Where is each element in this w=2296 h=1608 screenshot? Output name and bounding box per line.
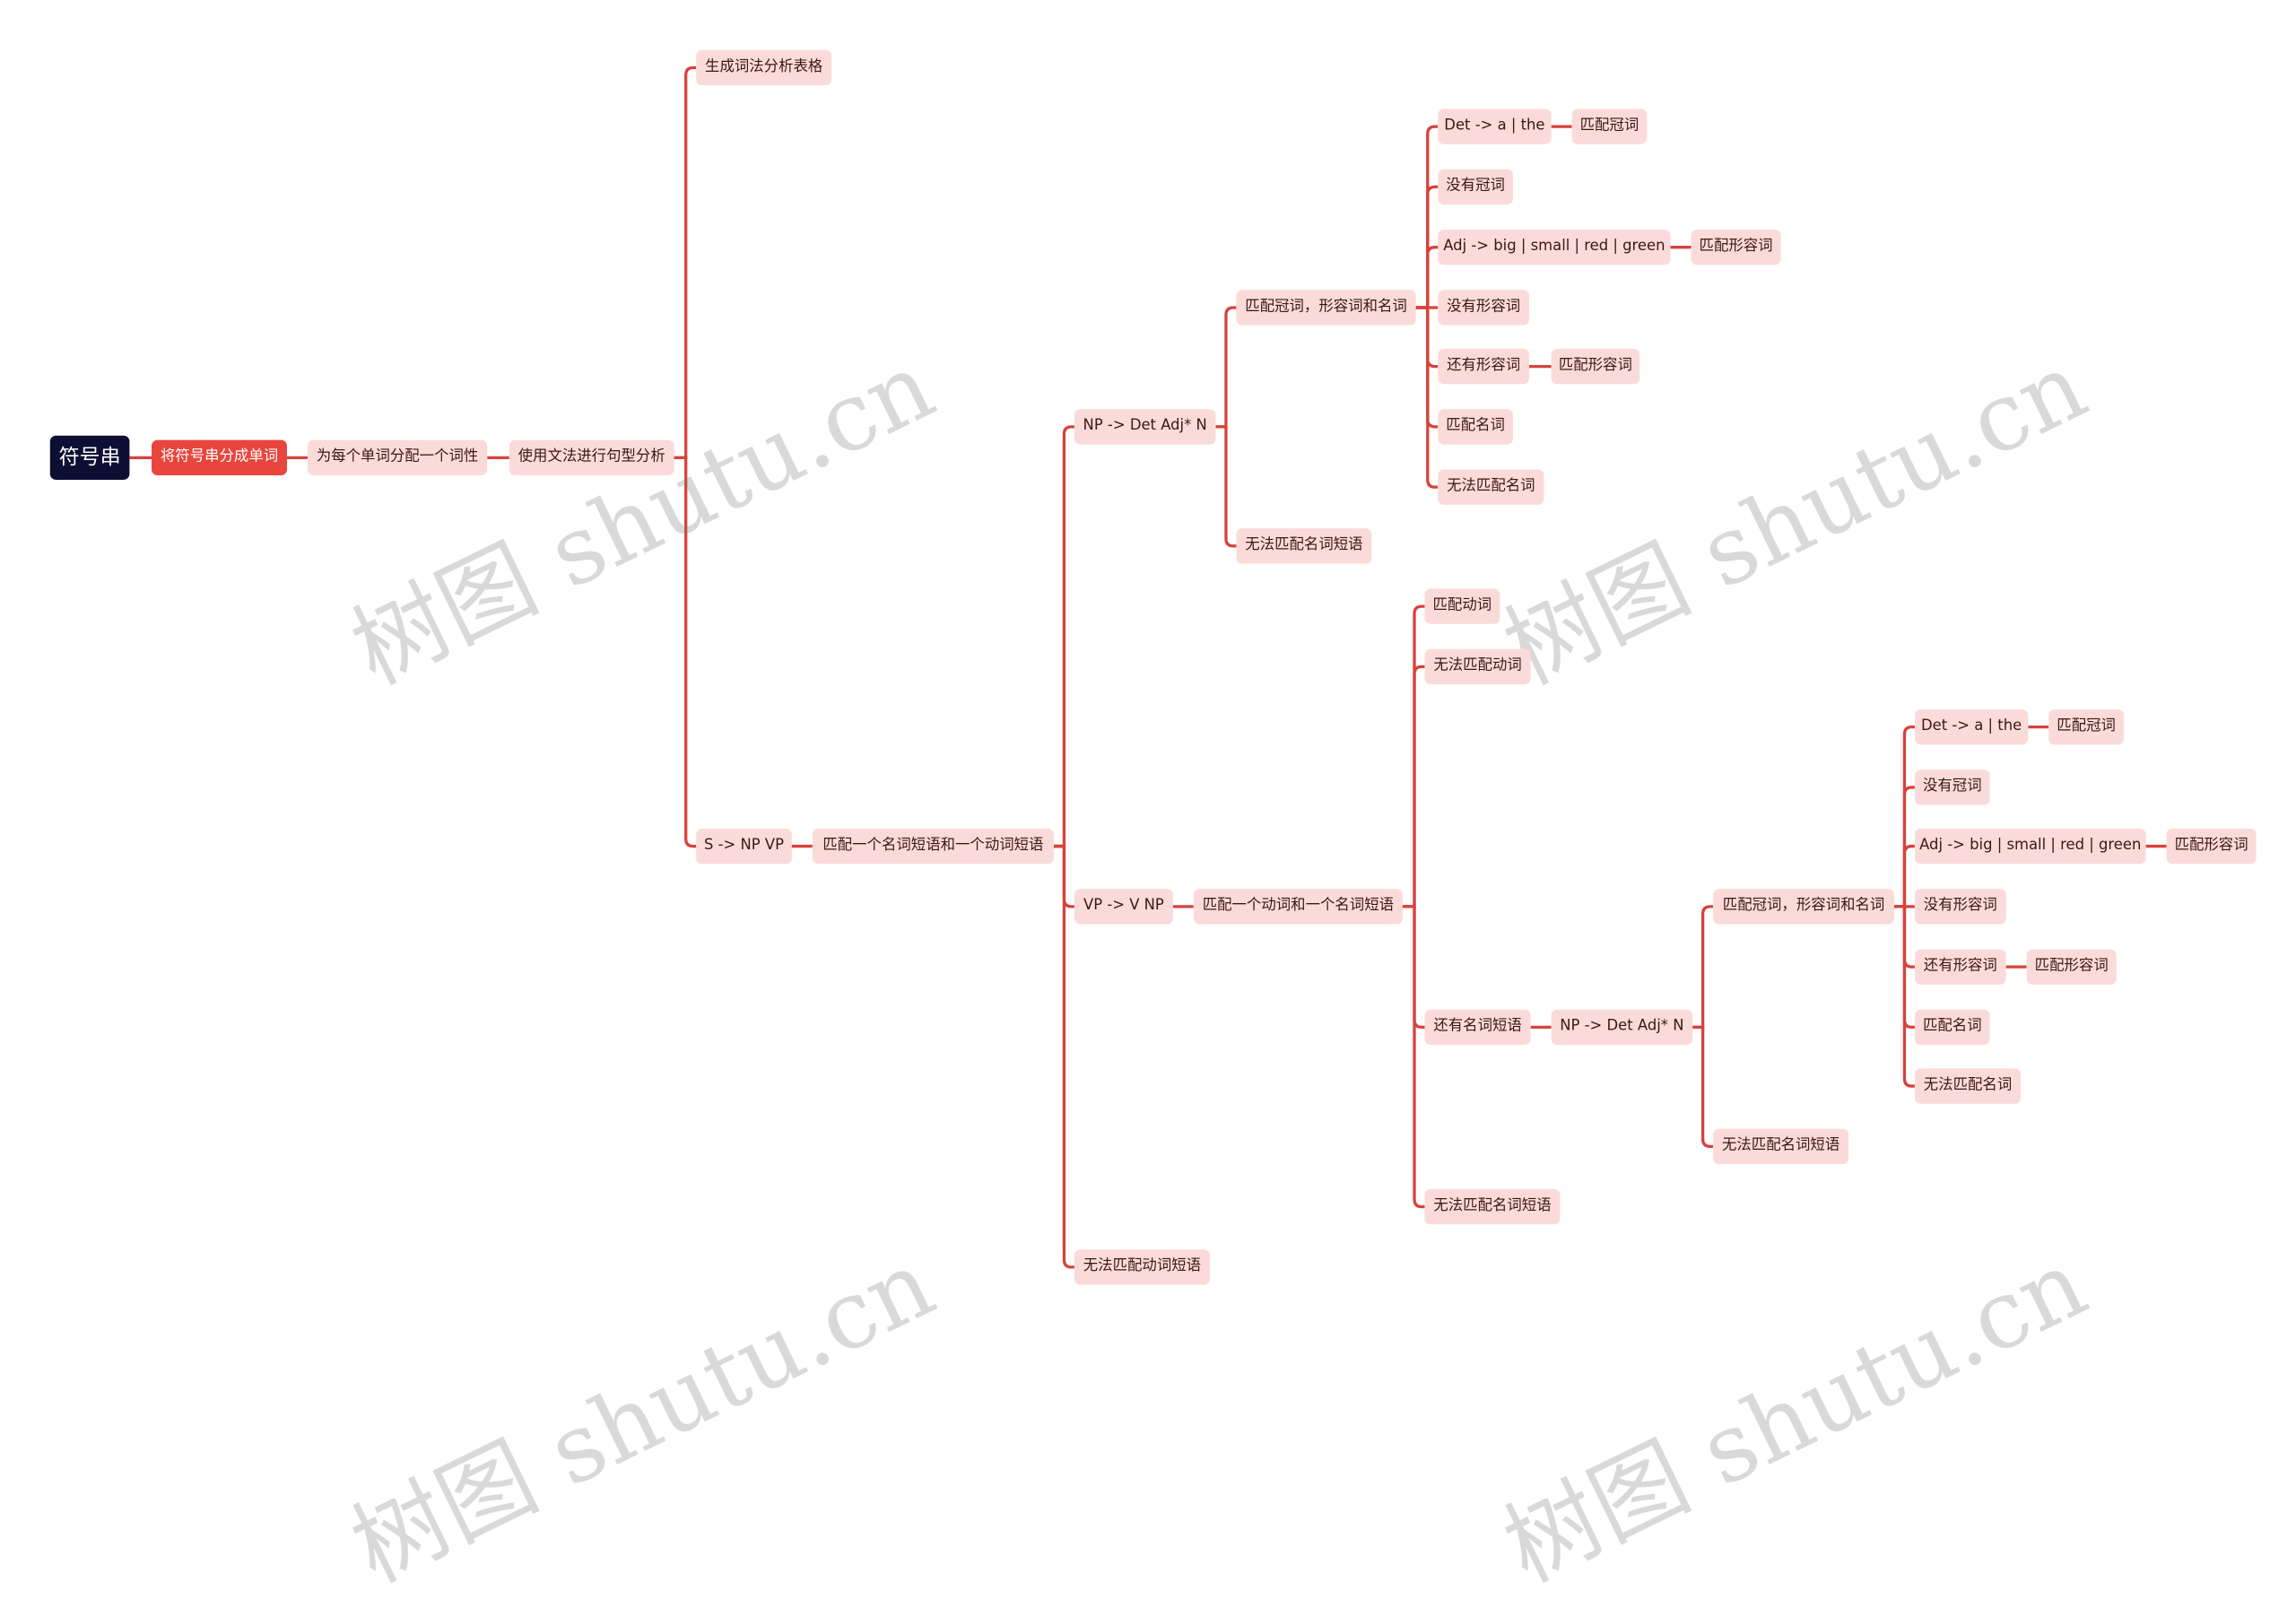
topic-node[interactable]: 无法匹配动词短语 <box>1074 1249 1210 1285</box>
topic-node[interactable]: 使用文法进行句型分析 <box>509 439 674 476</box>
topic-node[interactable]: 生成词法分析表格 <box>696 49 832 86</box>
topic-node[interactable]: 匹配形容词 <box>2026 949 2117 985</box>
topic-node[interactable]: 匹配名词 <box>1438 409 1513 445</box>
topic-node[interactable]: 无法匹配名词 <box>1914 1068 2022 1104</box>
topic-node[interactable]: 没有形容词 <box>1438 290 1529 326</box>
topic-node[interactable]: Adj -> big | small | red | green <box>1438 229 1671 265</box>
connector-line <box>674 65 697 459</box>
topic-node[interactable]: 将符号串分成单词 <box>152 439 287 476</box>
topic-node[interactable]: Adj -> big | small | red | green <box>1914 828 2146 865</box>
topic-node[interactable]: VP -> V NP <box>1074 889 1173 925</box>
topic-node[interactable]: 匹配动词 <box>1424 588 1500 624</box>
topic-node[interactable]: 没有冠词 <box>1914 769 1990 805</box>
topic-node[interactable]: Det -> a | the <box>1914 708 2029 745</box>
connector-line <box>1215 306 1237 429</box>
topic-node[interactable]: 没有形容词 <box>1914 889 2006 925</box>
connector-line <box>1692 905 1714 1030</box>
topic-node[interactable]: Det -> a | the <box>1438 109 1552 144</box>
mindmap-canvas: 树图 shutu.cn 树图 shutu.cn 树图 shutu.cn 树图 s… <box>0 0 2296 1604</box>
topic-node[interactable]: 匹配冠词 <box>2048 708 2124 745</box>
topic-node[interactable]: 还有形容词 <box>1914 949 2006 985</box>
topic-node[interactable]: NP -> Det Adj* N <box>1074 409 1216 445</box>
topic-node[interactable]: 无法匹配名词短语 <box>1713 1128 1849 1165</box>
connector-lines <box>129 65 2167 1269</box>
connector-line <box>1402 905 1425 1209</box>
topic-node[interactable]: 匹配形容词 <box>2166 828 2257 865</box>
topic-node[interactable]: 无法匹配名词短语 <box>1236 528 1372 564</box>
connector-line <box>1053 425 1074 848</box>
connector-line <box>1215 425 1237 548</box>
connector-line <box>1402 665 1425 908</box>
connector-line <box>1692 1025 1714 1148</box>
connector-line <box>1053 844 1074 1269</box>
connector-line <box>1893 905 1915 1088</box>
topic-node[interactable]: 匹配形容词 <box>1691 229 1781 265</box>
topic-node[interactable]: 匹配形容词 <box>1551 348 1640 385</box>
topic-node[interactable]: 匹配一个动词和一个名词短语 <box>1193 889 1403 925</box>
topic-node[interactable]: S -> NP VP <box>696 828 792 865</box>
root-topic[interactable]: 符号串 <box>49 435 130 480</box>
topic-node[interactable]: 无法匹配动词 <box>1424 648 1531 685</box>
topic-node[interactable]: 无法匹配名词 <box>1438 469 1544 505</box>
connector-line <box>1893 844 1915 908</box>
topic-node[interactable]: 匹配冠词，形容词和名词 <box>1236 290 1416 326</box>
connector-line <box>674 456 697 848</box>
topic-node[interactable]: 匹配冠词 <box>1571 109 1648 144</box>
topic-node[interactable]: 没有冠词 <box>1438 169 1513 205</box>
topic-node[interactable]: 还有名词短语 <box>1424 1009 1531 1046</box>
topic-node[interactable]: 为每个单词分配一个词性 <box>307 439 488 476</box>
connector-line <box>1415 306 1439 489</box>
topic-node[interactable]: 匹配冠词，形容词和名词 <box>1713 889 1894 925</box>
topic-node[interactable]: 还有形容词 <box>1438 348 1529 385</box>
topic-node[interactable]: NP -> Det Adj* N <box>1551 1009 1693 1046</box>
topic-node[interactable]: 无法匹配名词短语 <box>1424 1188 1561 1225</box>
connector-line <box>1415 246 1439 309</box>
topic-node[interactable]: 匹配名词 <box>1914 1009 1990 1046</box>
topic-node[interactable]: 匹配一个名词短语和一个动词短语 <box>812 828 1054 865</box>
